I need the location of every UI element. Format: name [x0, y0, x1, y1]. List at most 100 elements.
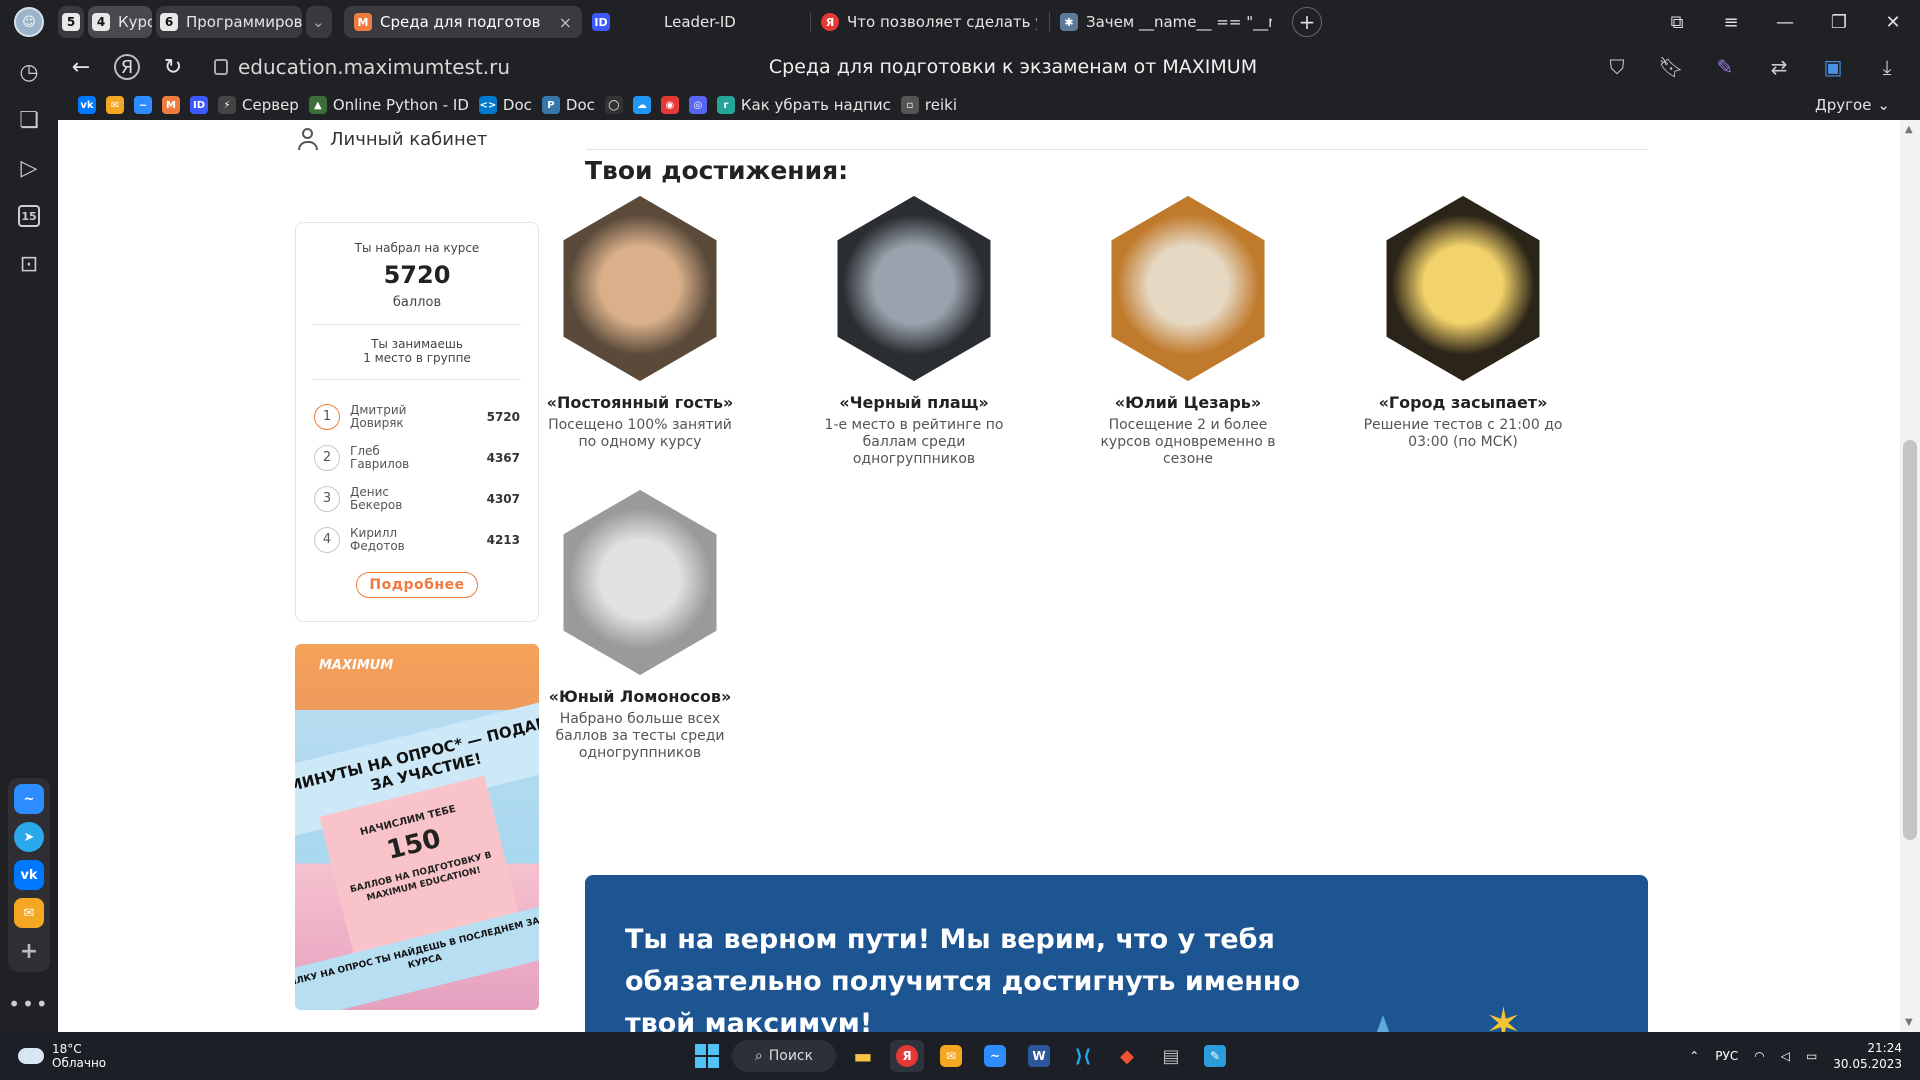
- maximum-icon: M: [162, 96, 180, 114]
- tab-maximum[interactable]: M Среда для подготовки к ×: [344, 6, 582, 38]
- bookmark-icon[interactable]: 🔖︎: [1648, 44, 1694, 90]
- bookmark-item[interactable]: ☁: [632, 96, 651, 114]
- protect-icon[interactable]: ⛉: [1594, 44, 1640, 90]
- yandex-browser-icon[interactable]: Я: [890, 1040, 924, 1072]
- reload-icon[interactable]: ↻: [150, 44, 196, 90]
- cloud-icon: ☁: [632, 96, 651, 114]
- video-icon[interactable]: ▷: [9, 148, 49, 188]
- screenshot-icon[interactable]: ⊡: [9, 244, 49, 284]
- url-field[interactable]: education.maximumtest.ru: [214, 55, 510, 79]
- bookmark-item[interactable]: vk: [78, 96, 96, 114]
- pen-icon[interactable]: ✎: [1702, 44, 1748, 90]
- scrollbar-thumb[interactable]: [1903, 440, 1917, 840]
- page-scrollbar[interactable]: ▲ ▼: [1900, 120, 1920, 1032]
- tab-manager-icon[interactable]: ⧉: [1650, 0, 1704, 44]
- storage-app-icon[interactable]: ▤: [1154, 1040, 1188, 1072]
- tab-label: Зачем __name__ == "__mai: [1086, 13, 1272, 31]
- tab-group-1[interactable]: 5: [58, 6, 84, 38]
- bookmark-item[interactable]: ▲ Online Python - ID: [308, 96, 469, 114]
- bookmark-item[interactable]: ◯: [604, 96, 623, 114]
- back-icon[interactable]: ←: [58, 44, 104, 90]
- vk-app-icon[interactable]: vk: [14, 860, 44, 890]
- divider: [313, 379, 521, 380]
- file-explorer-icon[interactable]: ▬: [846, 1040, 880, 1072]
- tab-group-courses[interactable]: 4 Курсы: [88, 6, 152, 38]
- tab-label: Leader-ID: [664, 13, 736, 31]
- bookmark-item[interactable]: r Как убрать надпис: [716, 96, 891, 114]
- wifi-icon[interactable]: ◠: [1754, 1049, 1764, 1063]
- tab-group-count: 4: [92, 13, 110, 31]
- student-points: 4307: [486, 491, 520, 506]
- clock[interactable]: 21:24 30.05.2023: [1833, 1040, 1902, 1072]
- restore-icon[interactable]: ❐: [1812, 0, 1866, 44]
- close-tab-icon[interactable]: ×: [559, 13, 572, 32]
- vk-icon: vk: [78, 96, 96, 114]
- tab-group-programming[interactable]: 6 Программирова: [156, 6, 302, 38]
- add-app-icon[interactable]: +: [14, 936, 44, 966]
- first-name: Дмитрий: [350, 402, 407, 417]
- bookmark-item[interactable]: ID: [190, 96, 208, 114]
- battery-icon[interactable]: ▭: [1806, 1049, 1817, 1063]
- windows-start-icon[interactable]: [692, 1041, 722, 1071]
- achievement-card: «Юный Ломоносов» Набрано больше всех балл…: [540, 490, 740, 762]
- bookmark-item[interactable]: <> Doc: [478, 96, 532, 114]
- star-decoration-icon: ✶: [1485, 999, 1522, 1032]
- tab-snowflake[interactable]: ✱ Зачем __name__ == "__mai: [1050, 6, 1284, 38]
- profile-button[interactable]: ☺: [0, 0, 58, 44]
- weather-widget[interactable]: 18°C Облачно: [18, 1042, 106, 1070]
- bookmark-item[interactable]: M: [162, 96, 180, 114]
- extension-icon[interactable]: ▣: [1810, 44, 1856, 90]
- browser-sidebar: ◷ ❏ ▷ 15 ⊡ ~ ➤ vk ✉ + •••: [0, 44, 58, 1032]
- scroll-up-icon[interactable]: ▲: [1905, 124, 1913, 135]
- achievement-name: «Черный плащ»: [839, 393, 989, 412]
- collections-icon[interactable]: ❏: [9, 100, 49, 140]
- lock-icon[interactable]: [214, 59, 228, 75]
- yandex-home-icon[interactable]: Я: [114, 54, 140, 80]
- git-app-icon[interactable]: ◆: [1110, 1040, 1144, 1072]
- new-tab-button[interactable]: +: [1292, 7, 1322, 37]
- bookmark-label: Сервер: [242, 96, 299, 114]
- achievement-badge: [1111, 196, 1265, 381]
- more-details-button[interactable]: Подробнее: [356, 572, 478, 598]
- language-indicator[interactable]: РУС: [1715, 1049, 1738, 1063]
- tab-label: Что позволяет сделать усл: [847, 13, 1037, 31]
- bookmark-item[interactable]: ◎: [688, 96, 707, 114]
- bookmark-item[interactable]: ◉: [660, 96, 679, 114]
- bookmark-item[interactable]: P Doc: [541, 96, 595, 114]
- discord-icon: ◎: [688, 96, 707, 114]
- vscode-app-icon[interactable]: ⟩⟨: [1066, 1040, 1100, 1072]
- close-window-icon[interactable]: ✕: [1866, 0, 1920, 44]
- calendar-icon[interactable]: 15: [9, 196, 49, 236]
- mail-app-icon[interactable]: ✉: [934, 1040, 968, 1072]
- zoom-app-icon[interactable]: ~: [14, 784, 44, 814]
- achievement-description: Набрано больше всех баллов за тесты сред…: [555, 711, 725, 761]
- bookmark-item[interactable]: ▫ reiki: [900, 96, 957, 114]
- word-app-icon[interactable]: W: [1022, 1040, 1056, 1072]
- tab-yandex[interactable]: Я Что позволяет сделать усл: [811, 6, 1049, 38]
- zoom-app-icon[interactable]: ~: [978, 1040, 1012, 1072]
- bookmark-item[interactable]: ⚡ Сервер: [218, 96, 299, 114]
- place-text: Ты занимаешь 1 место в группе: [296, 337, 538, 365]
- menu-icon[interactable]: ≡: [1704, 0, 1758, 44]
- account-link[interactable]: Личный кабинет: [298, 128, 487, 150]
- scroll-down-icon[interactable]: ▼: [1905, 1017, 1913, 1028]
- minimize-icon[interactable]: —: [1758, 0, 1812, 44]
- more-icon[interactable]: •••: [8, 992, 49, 1016]
- paint-app-icon[interactable]: ✎: [1198, 1040, 1232, 1072]
- telegram-app-icon[interactable]: ➤: [14, 822, 44, 852]
- mail-app-icon[interactable]: ✉: [14, 898, 44, 928]
- taskbar-search[interactable]: ⌕ Поиск: [732, 1040, 836, 1072]
- weather-desc: Облачно: [52, 1056, 107, 1070]
- bookmark-item[interactable]: ✉: [106, 96, 124, 114]
- chevron-up-icon[interactable]: ⌃: [1689, 1049, 1699, 1063]
- survey-promo-banner[interactable]: MAXIMUM 3 МИНУТЫ НА ОПРОС* — ПОДАРОК ЗА …: [295, 644, 539, 1010]
- volume-icon[interactable]: ◁: [1781, 1049, 1790, 1063]
- other-bookmarks[interactable]: Другое ⌄: [1815, 96, 1890, 114]
- translate-icon[interactable]: ⇄: [1756, 44, 1802, 90]
- achievement-badge: [563, 490, 717, 675]
- history-icon[interactable]: ◷: [9, 52, 49, 92]
- tab-group-collapse[interactable]: ⌄: [306, 6, 332, 38]
- downloads-icon[interactable]: ⤓: [1864, 44, 1910, 90]
- tab-leader-id[interactable]: ID Leader-ID: [582, 6, 810, 38]
- bookmark-item[interactable]: ~: [134, 96, 152, 114]
